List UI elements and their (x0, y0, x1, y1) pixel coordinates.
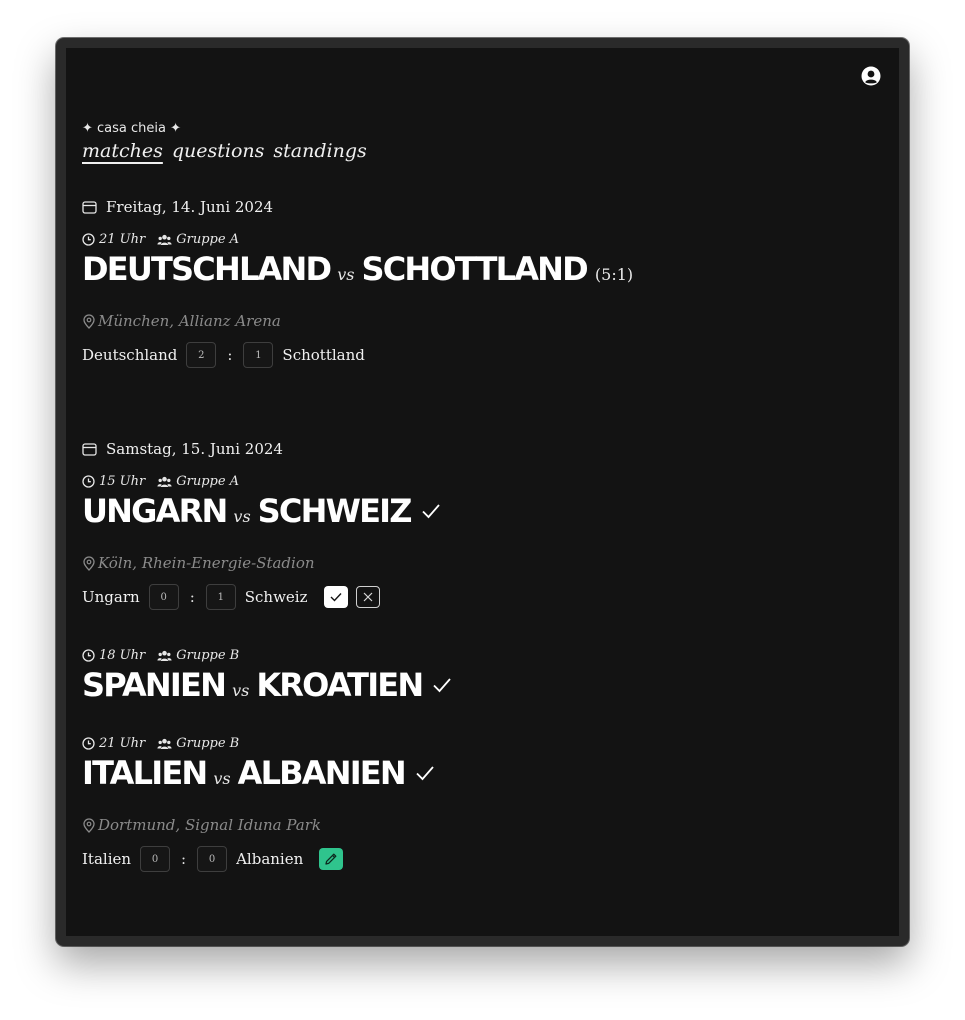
match-time: 21 Uhr (99, 232, 146, 247)
home-score-input[interactable]: 2 (186, 342, 217, 368)
match-group: Gruppe B (176, 736, 240, 751)
app-window: ✦ casa cheia ✦ matches questions standin… (56, 38, 909, 946)
home-team-label: Ungarn (82, 588, 140, 606)
pencil-icon (325, 853, 337, 865)
day-date: Samstag, 15. Juni 2024 (106, 440, 283, 458)
check-icon (330, 593, 342, 602)
match-group: Gruppe B (176, 648, 240, 663)
score-separator: : (181, 850, 187, 868)
match-title: DEUTSCHLAND vs SCHOTTLAND (5:1) (82, 250, 633, 288)
nav-questions[interactable]: questions (172, 140, 265, 162)
away-team: ALBANIEN (237, 754, 407, 792)
venue-name: Köln, Rhein-Energie-Stadion (98, 554, 315, 572)
match-title: ITALIEN vs ALBANIEN (82, 754, 435, 792)
main-nav: matches questions standings (82, 140, 367, 162)
clock-icon (82, 737, 95, 750)
match-venue: Köln, Rhein-Energie-Stadion (82, 554, 315, 572)
users-icon (157, 738, 172, 749)
away-team: KROATIEN (256, 666, 424, 704)
final-result: (5:1) (594, 265, 634, 284)
match-time: 18 Uhr (99, 648, 146, 663)
home-team: SPANIEN (82, 666, 227, 704)
away-team-label: Schweiz (244, 588, 308, 606)
venue-name: München, Allianz Arena (98, 312, 281, 330)
away-team-label: Schottland (282, 346, 365, 364)
match-meta: 21 Uhr Gruppe A (82, 232, 239, 247)
away-score-input[interactable]: 1 (243, 342, 274, 368)
day-header: Samstag, 15. Juni 2024 (82, 440, 283, 458)
match-group: Gruppe A (176, 474, 240, 489)
check-icon (416, 766, 434, 781)
clock-icon (82, 649, 95, 662)
users-icon (157, 476, 172, 487)
edit-button[interactable] (319, 848, 344, 870)
check-icon (422, 504, 440, 519)
vs-label: vs (337, 265, 355, 284)
home-score-input[interactable]: 0 (148, 584, 179, 610)
nav-matches[interactable]: matches (82, 140, 163, 162)
match-meta: 21 Uhr Gruppe B (82, 736, 239, 751)
cancel-button[interactable] (355, 586, 380, 608)
match-time: 15 Uhr (99, 474, 146, 489)
calendar-icon (82, 443, 97, 456)
map-pin-icon (83, 555, 95, 571)
home-team: ITALIEN (82, 754, 208, 792)
map-pin-icon (83, 313, 95, 329)
match-group: Gruppe A (176, 232, 240, 247)
match-time: 21 Uhr (99, 736, 146, 751)
match-title: UNGARN vs SCHWEIZ (82, 492, 441, 530)
home-score-input[interactable]: 0 (140, 846, 171, 872)
app-screen: ✦ casa cheia ✦ matches questions standin… (66, 48, 899, 936)
brand-logo: ✦ casa cheia ✦ (82, 121, 181, 136)
confirm-button[interactable] (323, 586, 348, 608)
day-date: Freitag, 14. Juni 2024 (106, 198, 274, 216)
home-team: DEUTSCHLAND (82, 250, 332, 288)
nav-standings[interactable]: standings (273, 140, 366, 162)
clock-icon (82, 475, 95, 488)
bet-row: Deutschland 2 : 1 Schottland (82, 342, 365, 368)
bet-row: Italien 0 : 0 Albanien (82, 846, 344, 872)
vs-label: vs (233, 507, 251, 526)
home-team: UNGARN (82, 492, 228, 530)
clock-icon (82, 233, 95, 246)
score-separator: : (189, 588, 195, 606)
close-icon (363, 592, 372, 602)
home-team-label: Deutschland (82, 346, 178, 364)
match-title: SPANIEN vs KROATIEN (82, 666, 452, 704)
away-team: SCHOTTLAND (361, 250, 589, 288)
users-icon (157, 650, 172, 661)
check-icon (433, 678, 452, 693)
vs-label: vs (232, 681, 250, 700)
away-score-input[interactable]: 0 (197, 846, 228, 872)
user-avatar-icon[interactable] (861, 66, 881, 86)
away-score-input[interactable]: 1 (205, 584, 236, 610)
bet-row: Ungarn 0 : 1 Schweiz (82, 584, 380, 610)
vs-label: vs (213, 769, 231, 788)
away-team: SCHWEIZ (257, 492, 413, 530)
venue-name: Dortmund, Signal Iduna Park (98, 816, 321, 834)
map-pin-icon (83, 817, 95, 833)
match-venue: München, Allianz Arena (82, 312, 281, 330)
day-header: Freitag, 14. Juni 2024 (82, 198, 273, 216)
score-separator: : (227, 346, 233, 364)
home-team-label: Italien (82, 850, 132, 868)
match-meta: 15 Uhr Gruppe A (82, 474, 239, 489)
away-team-label: Albanien (236, 850, 304, 868)
match-venue: Dortmund, Signal Iduna Park (82, 816, 321, 834)
users-icon (157, 234, 172, 245)
match-meta: 18 Uhr Gruppe B (82, 648, 239, 663)
calendar-icon (82, 201, 97, 214)
